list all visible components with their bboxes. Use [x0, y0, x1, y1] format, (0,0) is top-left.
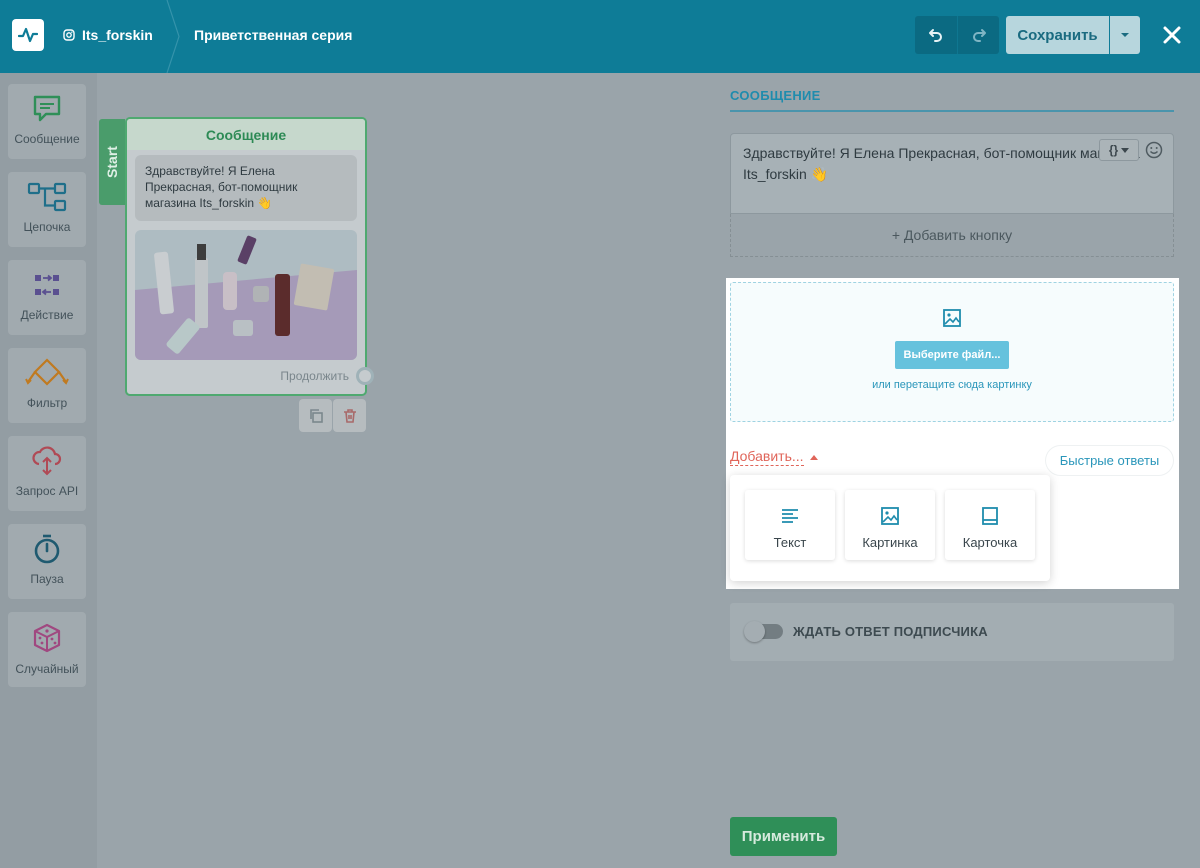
tool-chain[interactable]: Цепочка — [8, 172, 86, 247]
save-button[interactable]: Сохранить — [1006, 16, 1109, 54]
caret-up-icon — [809, 454, 818, 460]
node-message-text: Здравствуйте! Я Елена Прекрасная, бот-по… — [135, 155, 357, 221]
delete-node-button[interactable] — [333, 399, 366, 432]
duplicate-node-button[interactable] — [299, 399, 332, 432]
add-content-label: Добавить... — [730, 448, 804, 466]
emoji-button[interactable] — [1145, 141, 1163, 164]
text-lines-icon — [782, 509, 798, 523]
wait-reply-label: ЖДАТЬ ОТВЕТ ПОДПИСЧИКА — [793, 624, 988, 639]
variable-insert-button[interactable]: {} — [1099, 139, 1139, 161]
node-title: Сообщение — [127, 119, 365, 150]
logo[interactable] — [12, 19, 44, 51]
section-underline — [730, 110, 1174, 112]
card-icon — [982, 507, 998, 525]
redo-button[interactable] — [957, 16, 999, 54]
image-icon — [881, 507, 899, 525]
menu-item-text[interactable]: Текст — [745, 490, 835, 560]
message-node[interactable]: Сообщение Здравствуйте! Я Елена Прекрасн… — [125, 117, 367, 396]
api-cloud-icon — [32, 446, 62, 476]
trash-icon — [343, 408, 356, 423]
tool-label: Действие — [20, 308, 74, 322]
tool-label: Случайный — [15, 662, 79, 676]
undo-icon — [929, 29, 942, 42]
timer-icon — [34, 534, 60, 564]
menu-item-card[interactable]: Карточка — [945, 490, 1035, 560]
pulse-icon — [18, 27, 38, 43]
caret-down-icon — [1121, 147, 1130, 153]
image-icon — [943, 309, 961, 327]
menu-item-label: Текст — [773, 535, 807, 550]
close-button[interactable] — [1160, 22, 1184, 48]
quick-replies-button[interactable]: Быстрые ответы — [1046, 446, 1173, 475]
apply-button[interactable]: Применить — [730, 817, 837, 856]
image-placeholder-icon — [942, 308, 962, 333]
node-continue-label: Продолжить — [280, 369, 349, 383]
menu-item-label: Картинка — [862, 535, 918, 550]
breadcrumb-separator — [166, 0, 180, 73]
close-icon — [1163, 26, 1181, 44]
variable-icon: {} — [1108, 143, 1119, 157]
add-button-button[interactable]: + Добавить кнопку — [730, 214, 1174, 257]
tool-label: Сообщение — [14, 132, 80, 146]
tool-label: Цепочка — [23, 220, 71, 234]
node-output-connector[interactable] — [356, 367, 374, 385]
message-textarea-value: Здравствуйте! Я Елена Прекрасная, бот-по… — [743, 145, 1140, 182]
breadcrumb-account[interactable]: Its_forskin — [63, 27, 153, 43]
chain-icon — [27, 182, 67, 212]
filter-icon — [25, 358, 69, 386]
tool-label: Запрос API — [15, 484, 79, 498]
drop-hint-text: или перетащите сюда картинку — [872, 379, 1032, 391]
copy-icon — [309, 408, 323, 423]
section-title: СООБЩЕНИЕ — [730, 88, 821, 103]
node-image — [135, 230, 357, 360]
history-controls — [915, 16, 999, 54]
smile-icon — [1145, 141, 1163, 159]
add-content-dropdown[interactable]: Добавить... — [730, 448, 818, 466]
menu-item-label: Карточка — [962, 535, 1018, 550]
page-title: Приветственная серия — [194, 27, 353, 43]
start-label: Start — [104, 146, 120, 178]
tool-action[interactable]: Действие — [8, 260, 86, 335]
tool-random[interactable]: Случайный — [8, 612, 86, 687]
top-bar: Its_forskin Приветственная серия Сохрани… — [0, 0, 1200, 73]
menu-item-image[interactable]: Картинка — [845, 490, 935, 560]
tool-filter[interactable]: Фильтр — [8, 348, 86, 423]
message-icon — [33, 95, 61, 122]
dice-icon — [33, 623, 61, 653]
caret-down-icon — [1121, 33, 1129, 37]
toggle-knob[interactable] — [744, 621, 765, 642]
tool-pause[interactable]: Пауза — [8, 524, 86, 599]
tool-message[interactable]: Сообщение — [8, 84, 86, 159]
add-content-menu: Текст Картинка Карточка — [730, 475, 1050, 581]
redo-icon — [972, 29, 986, 42]
tool-label: Фильтр — [26, 396, 68, 410]
account-name: Its_forskin — [82, 27, 153, 43]
save-options-button[interactable] — [1110, 16, 1140, 54]
choose-file-button[interactable]: Выберите файл... — [895, 341, 1009, 369]
instagram-icon — [63, 29, 75, 41]
action-icon — [35, 274, 59, 296]
tool-api-request[interactable]: Запрос API — [8, 436, 86, 511]
tool-label: Пауза — [30, 572, 64, 586]
undo-button[interactable] — [915, 16, 957, 54]
product-photo — [135, 230, 357, 360]
start-marker: Start — [99, 119, 125, 205]
